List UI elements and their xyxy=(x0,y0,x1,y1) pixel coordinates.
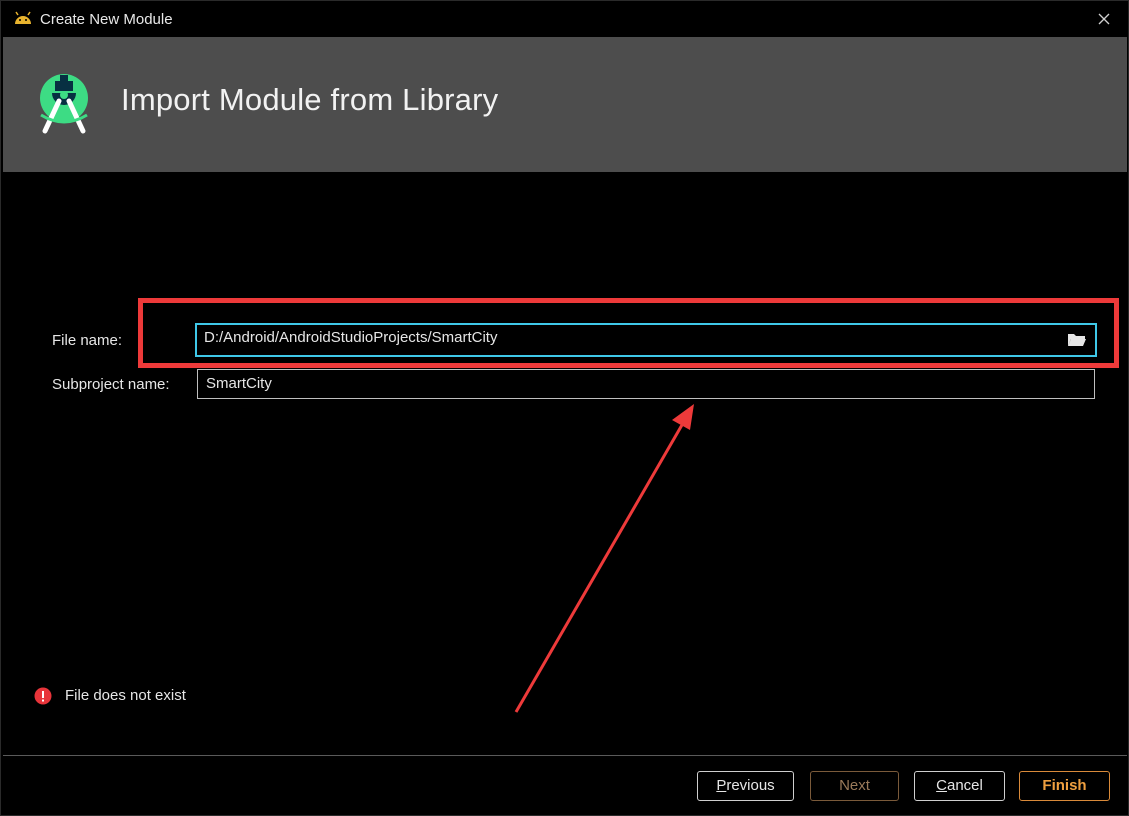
create-new-module-dialog: Create New Module Import Module from Lib… xyxy=(0,0,1129,816)
next-label: Next xyxy=(839,777,870,794)
finish-button[interactable]: Finish xyxy=(1019,771,1110,801)
header-banner: Import Module from Library xyxy=(3,37,1127,172)
android-icon xyxy=(15,11,31,24)
previous-label: revious xyxy=(726,777,775,794)
file-name-value: D:/Android/AndroidStudioProjects/SmartCi… xyxy=(204,329,498,346)
error-message: File does not exist xyxy=(65,687,186,704)
subproject-name-label: Subproject name: xyxy=(52,376,170,393)
previous-mnemonic: P xyxy=(716,777,727,794)
subproject-name-input[interactable]: SmartCity xyxy=(197,369,1095,399)
file-name-label: File name: xyxy=(52,332,123,349)
cancel-mnemonic: C xyxy=(936,777,947,794)
error-icon xyxy=(34,687,52,705)
cancel-button[interactable]: Cancel xyxy=(914,771,1005,801)
finish-label: Finish xyxy=(1042,777,1087,794)
window-title: Create New Module xyxy=(40,11,173,28)
subproject-name-value: SmartCity xyxy=(206,375,272,392)
cancel-label: ancel xyxy=(946,777,983,794)
close-icon[interactable] xyxy=(1094,9,1114,29)
previous-button[interactable]: Previous xyxy=(697,771,794,801)
annotation-arrow xyxy=(514,404,694,713)
folder-open-icon[interactable] xyxy=(1067,331,1087,347)
title-bar: Create New Module xyxy=(1,1,1128,37)
page-heading: Import Module from Library xyxy=(121,82,499,117)
next-button[interactable]: Next xyxy=(810,771,899,801)
file-name-input[interactable]: D:/Android/AndroidStudioProjects/SmartCi… xyxy=(195,323,1097,357)
footer-divider xyxy=(3,755,1127,756)
android-studio-icon xyxy=(40,74,88,134)
